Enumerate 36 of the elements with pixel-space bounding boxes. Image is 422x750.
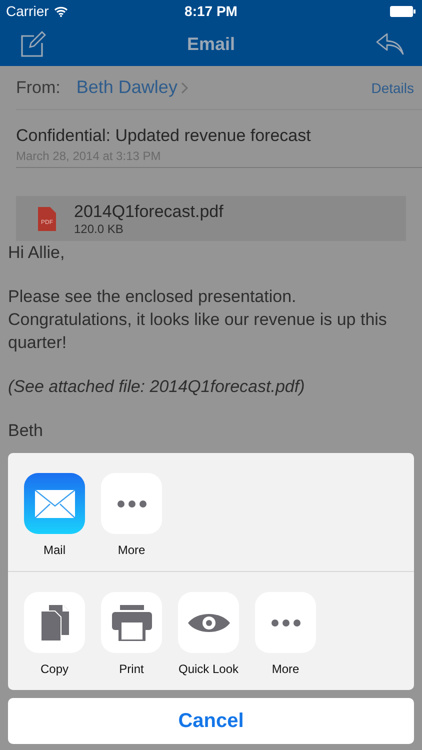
- printer-icon: [112, 604, 152, 640]
- carrier-label: Carrier: [6, 3, 49, 19]
- envelope-icon: [34, 488, 76, 518]
- battery-icon: [390, 6, 416, 16]
- share-label: More: [118, 543, 146, 557]
- more-action-button[interactable]: [255, 592, 316, 653]
- eye-action-button[interactable]: [178, 592, 239, 653]
- share-label: Quick Look: [178, 662, 239, 676]
- compose-icon[interactable]: [20, 31, 46, 57]
- reply-icon[interactable]: [376, 33, 404, 55]
- copy-action-button[interactable]: [24, 592, 85, 653]
- sender-link[interactable]: Beth Dawley: [76, 77, 178, 98]
- cancel-button[interactable]: Cancel: [8, 698, 414, 744]
- share-label: Print: [119, 662, 144, 676]
- ellipsis-icon: [270, 618, 300, 626]
- nav-title: Email: [186, 34, 236, 54]
- from-label: From:: [16, 78, 60, 98]
- attachment-name: 2014Q1forecast.pdf: [74, 202, 224, 222]
- share-label: Copy: [40, 662, 68, 676]
- body-paragraph: Please see the enclosed presentation. Congratulations, it looks like our revenue is up this quarter!: [8, 286, 388, 354]
- body-paragraph: Beth: [8, 420, 44, 442]
- ellipsis-icon: [116, 500, 146, 508]
- body-paragraph: (See attached file: 2014Q1forecast.pdf): [8, 376, 306, 398]
- documents-icon: [40, 604, 68, 640]
- share-label: More: [272, 662, 300, 676]
- details-link[interactable]: Details: [371, 80, 414, 96]
- wifi-icon: [54, 6, 68, 16]
- share-label: Mail: [43, 543, 66, 557]
- attachment-size: 120.0 KB: [74, 222, 124, 236]
- status-time: 8:17 PM: [184, 3, 238, 19]
- body-paragraph: Hi Allie,: [8, 242, 66, 264]
- chevron-icon: [181, 82, 188, 94]
- print-action-button[interactable]: [101, 592, 162, 653]
- email-subject: Confidential: Updated revenue forecast: [16, 126, 312, 146]
- more-button[interactable]: [101, 473, 162, 534]
- mail-app-button[interactable]: [24, 473, 85, 534]
